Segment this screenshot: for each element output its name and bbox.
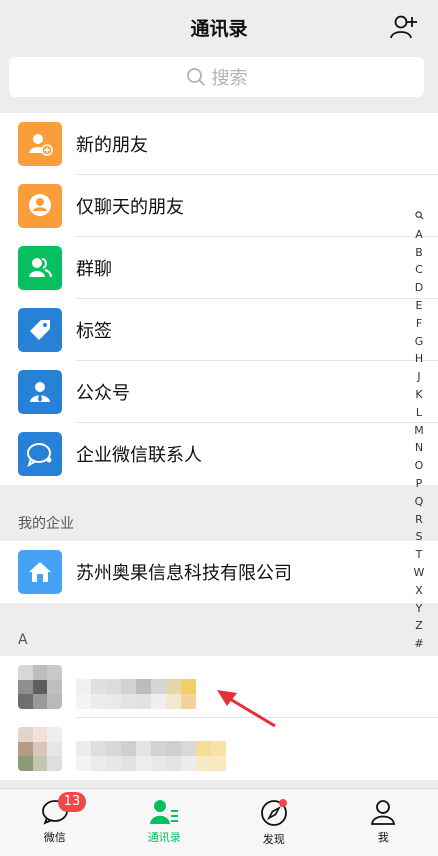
add-contact-icon[interactable] xyxy=(390,14,418,40)
annotation-arrow xyxy=(217,690,276,728)
contacts-icon xyxy=(150,800,179,824)
index-letter[interactable]: P xyxy=(416,475,423,493)
search-placeholder: 搜索 xyxy=(211,68,248,89)
entry-label: 标签 xyxy=(76,321,112,342)
tab-discover[interactable]: 发现 xyxy=(219,789,329,856)
entry-wecom-contacts[interactable]: 企业微信联系人 xyxy=(0,423,438,485)
entry-new-friends[interactable]: 新的朋友 xyxy=(0,113,438,175)
tab-bar: 13 微信 通讯录 发现 我 xyxy=(0,788,438,856)
index-letter[interactable]: W xyxy=(414,564,425,582)
entry-tags[interactable]: 标签 xyxy=(0,299,438,361)
avatar xyxy=(18,727,62,771)
index-search-icon[interactable] xyxy=(414,208,424,226)
entry-group-chats[interactable]: 群聊 xyxy=(0,237,438,299)
index-letter[interactable]: D xyxy=(415,279,423,297)
index-letter[interactable]: A xyxy=(415,226,423,244)
unread-badge: 13 xyxy=(58,792,86,812)
page-title: 通讯录 xyxy=(190,18,248,40)
index-letter[interactable]: B xyxy=(415,244,423,262)
entry-label: 仅聊天的朋友 xyxy=(76,197,184,218)
index-letter[interactable]: G xyxy=(415,333,424,351)
index-letter[interactable]: X xyxy=(415,582,423,600)
home-icon xyxy=(18,550,62,594)
section-letter: A xyxy=(18,632,28,648)
contact-name-obscured xyxy=(76,741,226,771)
section-title: 我的企业 xyxy=(18,516,74,532)
index-letter[interactable]: Z xyxy=(415,617,423,635)
enterprise-item[interactable]: 苏州奥果信息科技有限公司 xyxy=(0,541,438,603)
tab-me[interactable]: 我 xyxy=(329,789,438,856)
index-letter[interactable]: M xyxy=(414,422,424,440)
tab-label: 微信 xyxy=(43,831,66,844)
index-letter[interactable]: N xyxy=(415,439,423,457)
wecom-contact-icon xyxy=(18,432,62,476)
index-letter[interactable]: E xyxy=(416,297,423,315)
index-letter[interactable]: K xyxy=(415,386,422,404)
entry-label: 群聊 xyxy=(76,259,112,280)
entry-label: 新的朋友 xyxy=(76,135,148,156)
search-icon xyxy=(186,68,205,87)
avatar xyxy=(18,665,62,709)
index-letter[interactable]: Y xyxy=(416,600,423,618)
index-letter[interactable]: F xyxy=(416,315,422,333)
tab-chats[interactable]: 13 微信 xyxy=(0,789,110,856)
new-friend-icon xyxy=(18,122,62,166)
section-header-enterprise: 我的企业 xyxy=(0,485,438,541)
index-letter[interactable]: R xyxy=(415,511,423,529)
index-letter[interactable]: H xyxy=(415,350,423,368)
tab-contacts[interactable]: 通讯录 xyxy=(110,789,220,856)
entry-chat-only-friends[interactable]: 仅聊天的朋友 xyxy=(0,175,438,237)
function-list: 新的朋友 仅聊天的朋友 群聊 标签 公众号 企业微信联系人 xyxy=(0,113,438,485)
group-chat-icon xyxy=(18,246,62,290)
official-account-icon xyxy=(18,370,62,414)
index-letter[interactable]: O xyxy=(415,457,424,475)
alphabet-index[interactable]: A B C D E F G H J K L M N O P Q R S T W … xyxy=(412,208,426,653)
tab-label: 发现 xyxy=(262,833,285,846)
tag-icon xyxy=(18,308,62,352)
index-letter[interactable]: L xyxy=(416,404,422,422)
index-letter[interactable]: C xyxy=(415,261,423,279)
index-letter[interactable]: T xyxy=(416,546,423,564)
chat-only-friend-icon xyxy=(18,184,62,228)
new-indicator-dot xyxy=(279,799,287,807)
profile-icon xyxy=(371,800,396,825)
tab-label: 我 xyxy=(377,831,389,844)
search-bar[interactable]: 搜索 xyxy=(9,57,424,97)
section-header-letter: A xyxy=(0,603,438,656)
tab-label: 通讯录 xyxy=(147,831,181,844)
index-letter[interactable]: # xyxy=(414,635,423,653)
contact-name-obscured xyxy=(76,679,196,709)
enterprise-list: 苏州奥果信息科技有限公司 xyxy=(0,541,438,603)
index-letter[interactable]: Q xyxy=(415,493,424,511)
entry-label: 公众号 xyxy=(76,383,130,404)
entry-label: 企业微信联系人 xyxy=(76,445,202,466)
index-letter[interactable]: J xyxy=(417,368,420,386)
enterprise-name: 苏州奥果信息科技有限公司 xyxy=(76,563,292,584)
entry-official-accounts[interactable]: 公众号 xyxy=(0,361,438,423)
index-letter[interactable]: S xyxy=(416,528,423,546)
header: 通讯录 xyxy=(0,0,438,56)
